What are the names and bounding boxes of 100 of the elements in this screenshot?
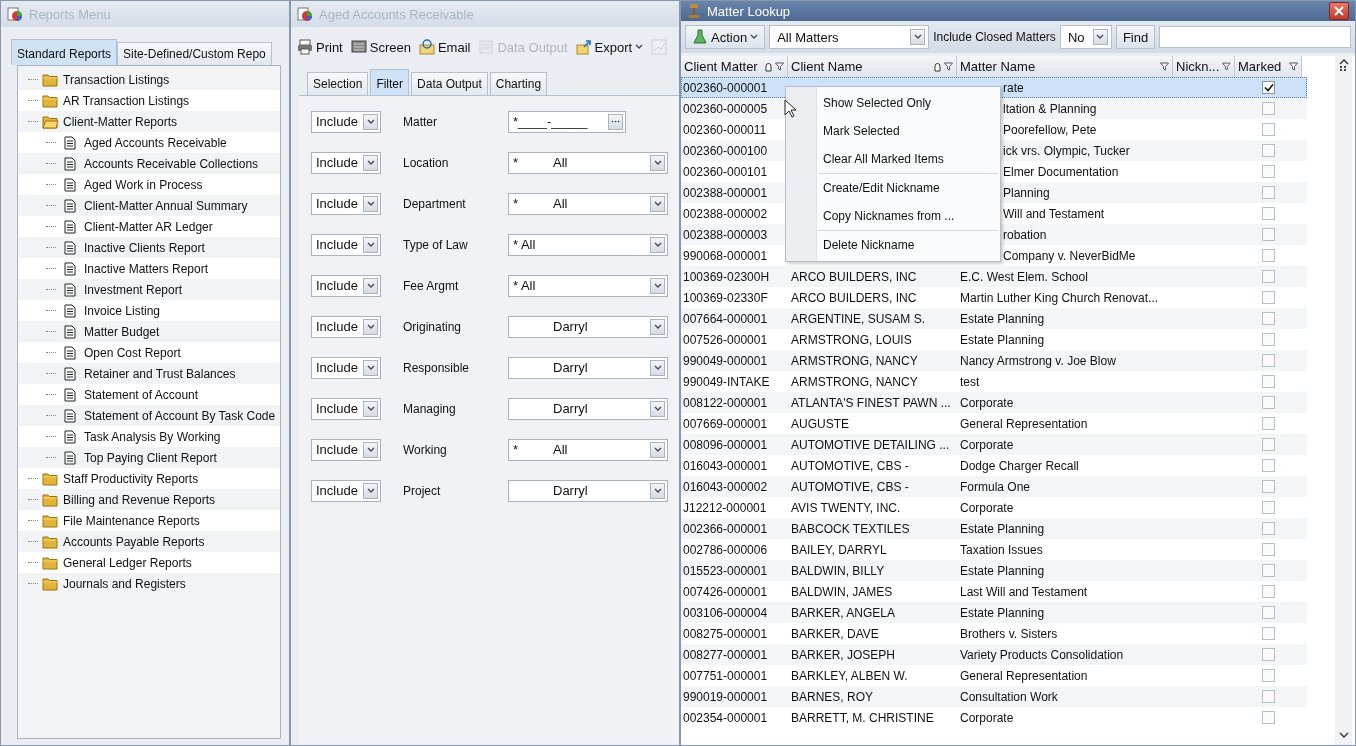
table-cell[interactable]: 016043-000001: [683, 458, 768, 473]
report-item[interactable]: Retainer and Trust Balances: [84, 366, 236, 381]
column-header[interactable]: Client Matter: [681, 56, 788, 77]
checkbox[interactable]: [1262, 375, 1275, 388]
include-dropdown[interactable]: Include: [311, 315, 381, 338]
report-item[interactable]: Accounts Receivable Collections: [84, 156, 259, 171]
table-cell[interactable]: 002354-000001: [683, 710, 768, 725]
checkbox[interactable]: [1262, 186, 1275, 199]
checkbox[interactable]: [1262, 417, 1275, 430]
report-item[interactable]: Inactive Clients Report: [84, 240, 205, 255]
table-cell[interactable]: 002360-000005: [683, 101, 768, 116]
table-cell[interactable]: 008096-000001: [683, 437, 768, 452]
table-cell[interactable]: 007526-000001: [683, 332, 768, 347]
menu-item[interactable]: Delete Nickname: [823, 231, 915, 259]
include-dropdown[interactable]: Include: [311, 110, 381, 133]
filter-icon[interactable]: [1160, 62, 1169, 71]
folder-item[interactable]: Billing and Revenue Reports: [63, 492, 216, 507]
checkbox[interactable]: [1262, 249, 1275, 262]
find-button[interactable]: Find: [1115, 25, 1156, 49]
view-dropdown[interactable]: All Matters: [769, 25, 930, 49]
printer-button[interactable]: Print: [297, 39, 343, 55]
include-dropdown[interactable]: Include: [311, 479, 381, 502]
checkbox[interactable]: [1262, 627, 1275, 640]
screen-button[interactable]: Screen: [350, 39, 411, 55]
filter-dropdown[interactable]: * All: [508, 192, 668, 215]
filter-icon[interactable]: [775, 62, 784, 71]
checkbox[interactable]: [1262, 606, 1275, 619]
filter-dropdown[interactable]: * All: [508, 438, 668, 461]
menu-item[interactable]: Create/Edit Nickname: [823, 174, 940, 202]
folder-item[interactable]: Journals and Registers: [63, 576, 186, 591]
filter-icon[interactable]: [1289, 62, 1298, 71]
tab[interactable]: Site-Defined/Custom Repo: [117, 42, 272, 65]
action-button[interactable]: Action: [685, 25, 766, 49]
checkbox[interactable]: [1262, 669, 1275, 682]
table-cell[interactable]: 100369-02330F: [683, 290, 768, 305]
checkbox[interactable]: [1262, 123, 1275, 136]
checkbox[interactable]: [1262, 312, 1275, 325]
column-header[interactable]: Client Name: [788, 56, 957, 77]
table-cell[interactable]: 002388-000001: [683, 185, 768, 200]
checkbox[interactable]: [1262, 291, 1275, 304]
table-cell[interactable]: 003106-000004: [683, 605, 768, 620]
menu-item[interactable]: Copy Nicknames from ...: [823, 202, 955, 230]
filter-dropdown[interactable]: Darryl: [508, 397, 668, 420]
column-header[interactable]: Nickn...: [1173, 56, 1235, 77]
table-cell[interactable]: 002360-000001: [683, 80, 768, 95]
checkbox[interactable]: [1262, 564, 1275, 577]
checkbox[interactable]: [1262, 648, 1275, 661]
tab[interactable]: Standard Reports: [11, 39, 118, 65]
table-cell[interactable]: 002360-000101: [683, 164, 768, 179]
table-cell[interactable]: 100369-02300H: [683, 269, 770, 284]
report-item[interactable]: Matter Budget: [84, 324, 160, 339]
report-item[interactable]: Investment Report: [84, 282, 183, 297]
report-item[interactable]: Top Paying Client Report: [84, 450, 217, 465]
table-cell[interactable]: 002366-000001: [683, 521, 768, 536]
tab[interactable]: Charting: [489, 72, 548, 95]
table-cell[interactable]: 007426-000001: [683, 584, 768, 599]
checkbox[interactable]: [1262, 438, 1275, 451]
filter-dropdown[interactable]: Darryl: [508, 479, 668, 502]
include-dropdown[interactable]: Include: [311, 233, 381, 256]
checkbox[interactable]: [1262, 165, 1275, 178]
checkbox[interactable]: [1262, 333, 1275, 346]
tab[interactable]: Selection: [307, 72, 369, 95]
report-item[interactable]: Statement of Account By Task Code: [84, 408, 276, 423]
table-cell[interactable]: 990068-000001: [683, 248, 768, 263]
menu-item[interactable]: Clear All Marked Items: [823, 145, 944, 173]
checkbox[interactable]: [1262, 711, 1275, 724]
checkbox[interactable]: [1262, 585, 1275, 598]
include-dropdown[interactable]: Include: [311, 397, 381, 420]
checkbox[interactable]: [1262, 270, 1275, 283]
table-cell[interactable]: 002388-000002: [683, 206, 768, 221]
filter-dropdown[interactable]: * All: [508, 151, 668, 174]
filter-icon[interactable]: [944, 62, 953, 71]
table-cell[interactable]: 016043-000002: [683, 479, 768, 494]
email-button[interactable]: Email: [418, 39, 471, 55]
checkbox[interactable]: [1262, 480, 1275, 493]
menu-item[interactable]: Show Selected Only: [823, 89, 932, 117]
table-cell[interactable]: 015523-000001: [683, 563, 768, 578]
checkbox[interactable]: [1262, 81, 1275, 94]
close-button[interactable]: [1329, 2, 1349, 20]
table-cell[interactable]: 002360-000011: [683, 122, 767, 137]
folder-item[interactable]: Transaction Listings: [63, 72, 170, 87]
table-cell[interactable]: 990019-000001: [683, 689, 768, 704]
table-cell[interactable]: 002388-000003: [683, 227, 768, 242]
column-header[interactable]: Matter Name: [957, 56, 1173, 77]
checkbox[interactable]: [1262, 522, 1275, 535]
sort-icon[interactable]: [934, 61, 941, 72]
filter-icon[interactable]: [1222, 62, 1231, 71]
table-cell[interactable]: 007664-000001: [683, 311, 768, 326]
checkbox[interactable]: [1262, 144, 1275, 157]
table-cell[interactable]: 007669-000001: [683, 416, 768, 431]
find-field[interactable]: [1159, 26, 1351, 48]
tab[interactable]: Data Output: [411, 72, 488, 95]
checkbox[interactable]: [1262, 102, 1275, 115]
menu-item[interactable]: Mark Selected: [823, 117, 900, 145]
table-cell[interactable]: 008122-000001: [683, 395, 768, 410]
include-dropdown[interactable]: Include: [311, 192, 381, 215]
include-dropdown[interactable]: Include: [311, 274, 381, 297]
closed-dropdown[interactable]: No: [1059, 25, 1112, 49]
checkbox[interactable]: [1262, 501, 1275, 514]
table-cell[interactable]: 002786-000006: [683, 542, 768, 557]
